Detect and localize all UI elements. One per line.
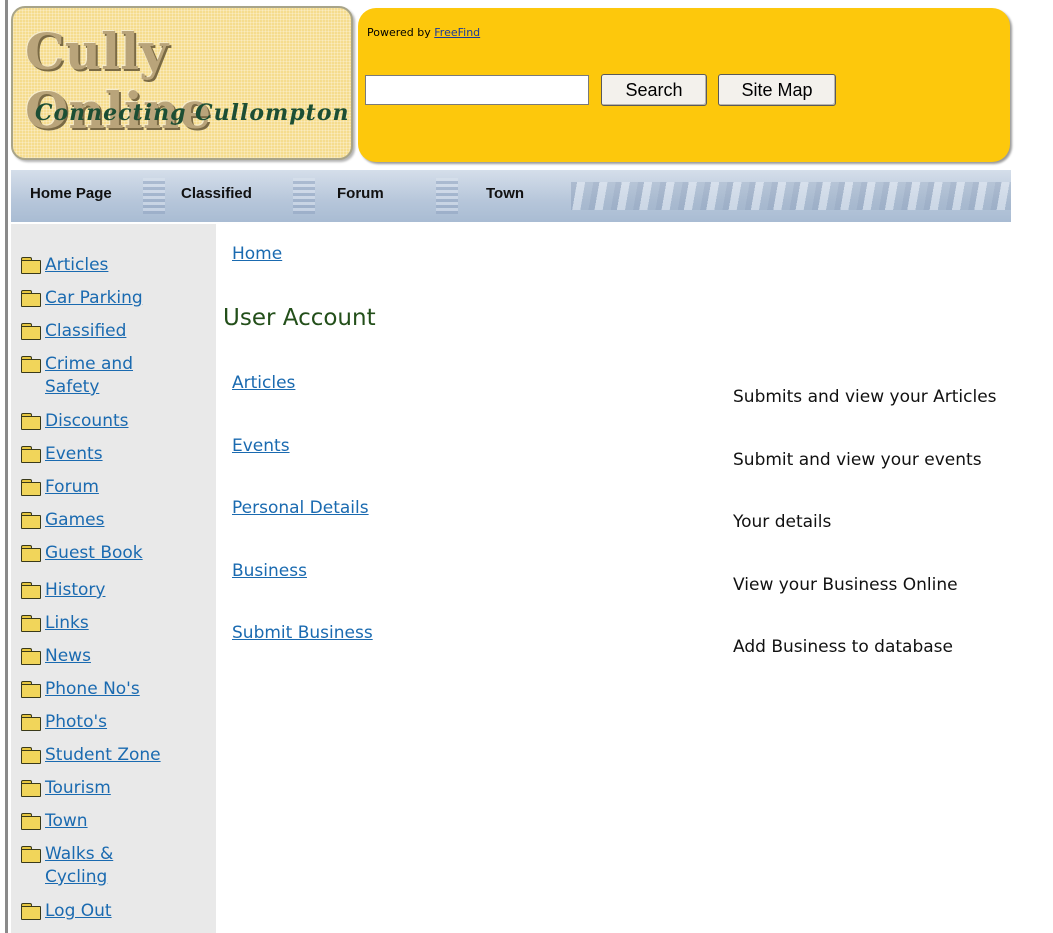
folder-icon: [21, 648, 41, 665]
sidebar-item-crime-and-safety[interactable]: Crime and Safety: [21, 353, 133, 399]
sidebar-link[interactable]: Phone No's: [45, 678, 140, 701]
sidebar-item-history[interactable]: History: [21, 579, 105, 602]
search-panel: Powered by FreeFind Search Site Map: [358, 8, 1010, 162]
account-desc-events: Submit and view your events: [733, 450, 982, 470]
sidebar-link[interactable]: Games: [45, 509, 104, 532]
top-nav: Home Page Classified Forum Town: [11, 170, 1011, 222]
folder-icon: [21, 323, 41, 340]
sidebar-link[interactable]: Town: [45, 810, 88, 833]
sidebar-link[interactable]: Crime and Safety: [45, 353, 133, 399]
account-link-submit-business[interactable]: Submit Business: [232, 623, 373, 643]
nav-classified[interactable]: Classified: [181, 185, 252, 202]
sidebar-link-line: Walks &: [45, 844, 114, 864]
sidebar-item-walks-cycling[interactable]: Walks & Cycling: [21, 843, 113, 889]
sidebar-item-links[interactable]: Links: [21, 612, 89, 635]
folder-icon: [21, 714, 41, 731]
folder-icon: [21, 413, 41, 430]
sidebar-link-line: Crime and: [45, 354, 133, 374]
account-desc-articles: Submits and view your Articles: [733, 387, 997, 407]
sidebar-link[interactable]: News: [45, 645, 91, 668]
left-border: [0, 0, 8, 933]
sidebar-item-classified[interactable]: Classified: [21, 320, 126, 343]
folder-icon: [21, 257, 41, 274]
account-link-business[interactable]: Business: [232, 561, 307, 581]
account-link-personal-details[interactable]: Personal Details: [232, 498, 369, 518]
sidebar-item-photos[interactable]: Photo's: [21, 711, 107, 734]
account-desc-personal-details: Your details: [733, 512, 832, 532]
sidebar-item-town[interactable]: Town: [21, 810, 88, 833]
sidebar: Articles Car Parking Classified Crime an…: [11, 224, 216, 933]
nav-texture: [571, 182, 1011, 210]
folder-icon: [21, 356, 41, 373]
sidebar-item-discounts[interactable]: Discounts: [21, 410, 129, 433]
account-desc-submit-business: Add Business to database: [733, 637, 953, 657]
sidebar-link[interactable]: History: [45, 579, 105, 602]
folder-icon: [21, 615, 41, 632]
sidebar-item-car-parking[interactable]: Car Parking: [21, 287, 143, 310]
sidebar-item-student-zone[interactable]: Student Zone: [21, 744, 161, 767]
folder-icon: [21, 903, 41, 920]
sidebar-link[interactable]: Discounts: [45, 410, 129, 433]
sidebar-item-news[interactable]: News: [21, 645, 91, 668]
sidebar-link[interactable]: Student Zone: [45, 744, 161, 767]
page-title: User Account: [223, 305, 376, 331]
folder-icon: [21, 747, 41, 764]
sidebar-link[interactable]: Events: [45, 443, 103, 466]
folder-icon: [21, 681, 41, 698]
nav-separator: [436, 178, 458, 214]
sidebar-item-articles[interactable]: Articles: [21, 254, 108, 277]
sidebar-item-guest-book[interactable]: Guest Book: [21, 542, 143, 565]
site-logo[interactable]: Cully Online Connecting Cullompton: [11, 6, 353, 160]
folder-icon: [21, 846, 41, 863]
account-desc-business: View your Business Online: [733, 575, 958, 595]
sidebar-item-tourism[interactable]: Tourism: [21, 777, 111, 800]
nav-separator: [143, 178, 165, 214]
folder-icon: [21, 582, 41, 599]
folder-icon: [21, 780, 41, 797]
sidebar-link[interactable]: Car Parking: [45, 287, 143, 310]
nav-separator: [293, 178, 315, 214]
logo-subtitle: Connecting Cullompton: [35, 100, 350, 126]
sidebar-item-log-out[interactable]: Log Out: [21, 900, 112, 923]
sidebar-link[interactable]: Tourism: [45, 777, 111, 800]
freefind-link[interactable]: FreeFind: [434, 26, 480, 39]
folder-icon: [21, 446, 41, 463]
search-button[interactable]: Search: [601, 74, 707, 106]
breadcrumb-home[interactable]: Home: [232, 244, 282, 264]
site-map-button[interactable]: Site Map: [718, 74, 836, 106]
sidebar-link-line: Cycling: [45, 867, 108, 887]
sidebar-link[interactable]: Photo's: [45, 711, 107, 734]
folder-icon: [21, 512, 41, 529]
sidebar-item-games[interactable]: Games: [21, 509, 104, 532]
account-link-events[interactable]: Events: [232, 436, 290, 456]
nav-town[interactable]: Town: [486, 185, 524, 202]
sidebar-link[interactable]: Log Out: [45, 900, 112, 923]
sidebar-link[interactable]: Walks & Cycling: [45, 843, 113, 889]
sidebar-link[interactable]: Forum: [45, 476, 99, 499]
sidebar-link[interactable]: Guest Book: [45, 542, 143, 565]
nav-forum[interactable]: Forum: [337, 185, 384, 202]
powered-by-label: Powered by: [367, 26, 431, 39]
sidebar-item-forum[interactable]: Forum: [21, 476, 99, 499]
account-link-articles[interactable]: Articles: [232, 373, 295, 393]
folder-icon: [21, 813, 41, 830]
sidebar-link[interactable]: Links: [45, 612, 89, 635]
sidebar-item-events[interactable]: Events: [21, 443, 103, 466]
sidebar-link-line: Safety: [45, 377, 100, 397]
sidebar-item-phone-nos[interactable]: Phone No's: [21, 678, 140, 701]
folder-icon: [21, 545, 41, 562]
search-input[interactable]: [365, 75, 589, 105]
powered-by: Powered by FreeFind: [367, 26, 480, 39]
nav-home-page[interactable]: Home Page: [30, 185, 112, 202]
sidebar-link[interactable]: Classified: [45, 320, 126, 343]
folder-icon: [21, 290, 41, 307]
folder-icon: [21, 479, 41, 496]
sidebar-link[interactable]: Articles: [45, 254, 108, 277]
